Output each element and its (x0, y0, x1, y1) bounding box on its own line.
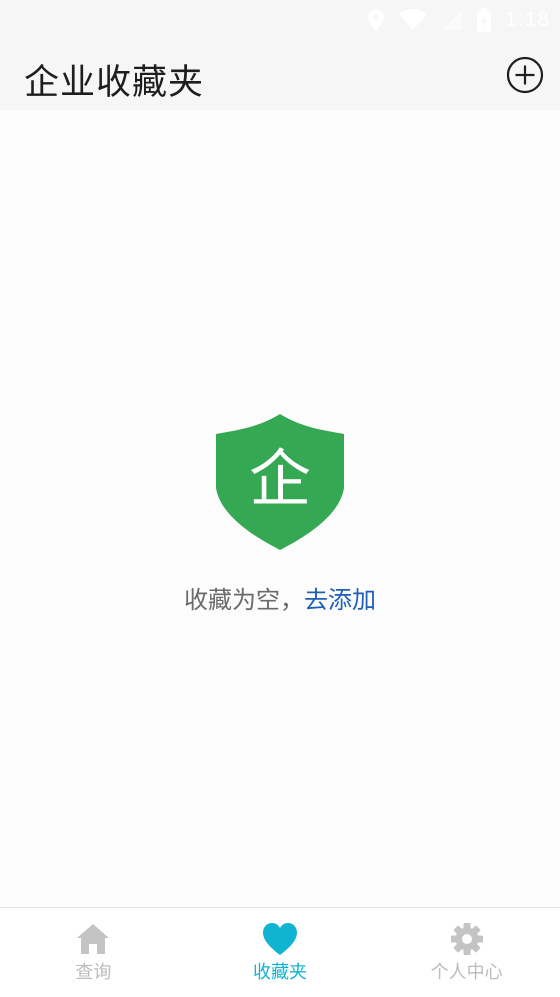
nav-label-query: 查询 (75, 962, 112, 983)
empty-message: 收藏为空，去添加 (184, 580, 376, 615)
nav-item-profile[interactable]: 个人中心 (373, 908, 560, 997)
page-title: 企业收藏夹 (24, 63, 205, 103)
heart-icon (263, 923, 297, 955)
battery-icon (477, 8, 492, 32)
app-header: 企业收藏夹 (0, 40, 560, 110)
bottom-nav: 查询 收藏夹 个人中心 (0, 907, 560, 997)
add-button[interactable] (506, 56, 544, 94)
shield-logo-icon: 企 (216, 414, 344, 550)
signal-icon (442, 10, 463, 30)
nav-label-profile: 个人中心 (430, 962, 503, 983)
gear-icon (450, 923, 483, 955)
nav-item-favorites[interactable]: 收藏夹 (187, 908, 374, 997)
location-icon (368, 9, 385, 31)
empty-text: 收藏为空， (184, 586, 304, 614)
screen: 1:18 企业收藏夹 企 收藏为空，去添加 查询 收藏夹 个人中心 (0, 0, 560, 997)
empty-state: 企 收藏为空，去添加 (0, 400, 560, 615)
logo-char: 企 (249, 442, 311, 515)
wifi-icon (399, 9, 428, 30)
home-icon (77, 924, 110, 954)
status-time: 1:18 (505, 8, 550, 31)
add-link[interactable]: 去添加 (304, 586, 376, 614)
status-bar: 1:18 (0, 0, 560, 40)
nav-label-favorites: 收藏夹 (253, 962, 307, 983)
nav-item-query[interactable]: 查询 (0, 908, 187, 997)
plus-circle-icon (506, 56, 544, 94)
